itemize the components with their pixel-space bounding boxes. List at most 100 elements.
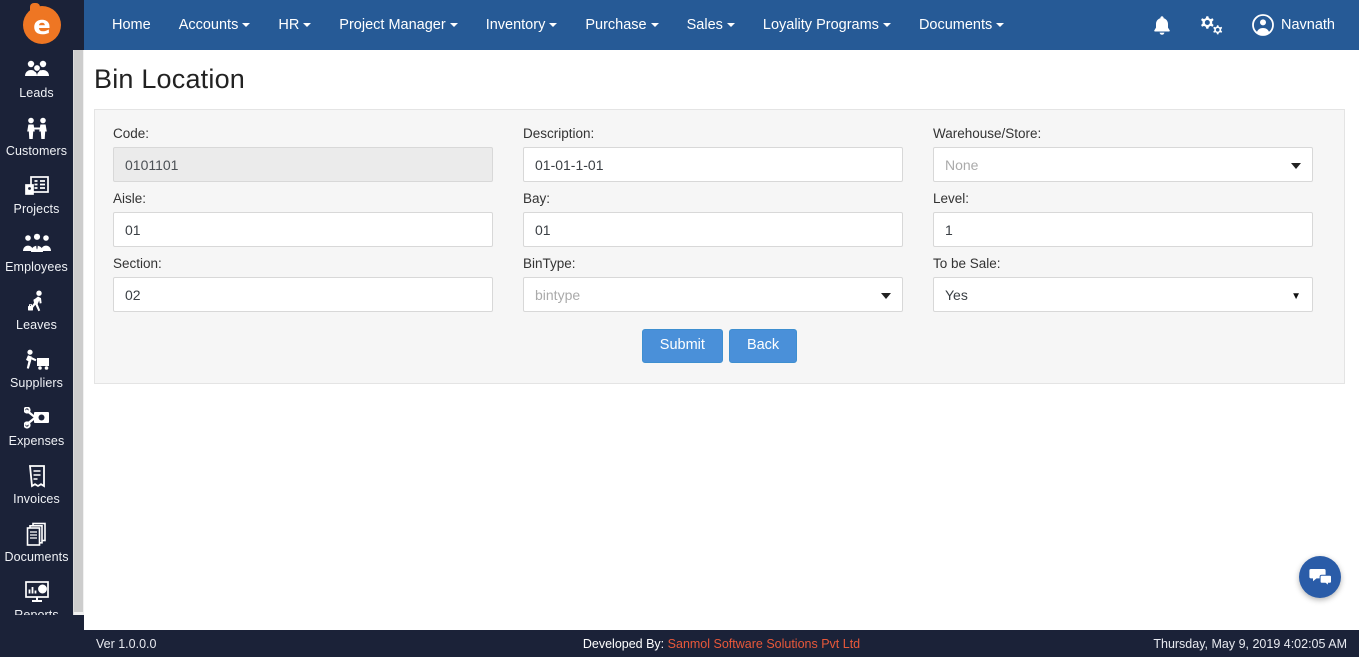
nav-item-label: Inventory — [485, 17, 546, 33]
nav-menu: Home Accounts HR Project Manager Invento… — [84, 0, 1018, 50]
chevron-down-icon — [242, 23, 251, 28]
customers-icon — [0, 114, 73, 142]
nav-item-loyality-programs[interactable]: Loyality Programs — [749, 0, 905, 50]
section-label: Section: — [113, 256, 162, 271]
chevron-down-icon — [303, 23, 312, 28]
sidebar-item-expenses[interactable]: Expenses — [0, 398, 73, 456]
user-avatar-icon — [1252, 14, 1274, 36]
sidebar-item-employees[interactable]: Employees — [0, 224, 73, 282]
nav-item-sales[interactable]: Sales — [673, 0, 749, 50]
footer-developer-link[interactable]: Sanmol Software Solutions Pvt Ltd — [668, 637, 860, 651]
level-label: Level: — [933, 191, 970, 206]
bin-location-form: Code: Description: Warehouse/Store: None — [94, 109, 1345, 384]
sidebar-footer-filler — [0, 630, 84, 657]
sidebar-item-label: Projects — [13, 202, 60, 216]
expenses-icon — [0, 404, 73, 432]
chevron-down-icon — [549, 23, 558, 28]
main-content: Bin Location Code: Description: Warehous… — [84, 50, 1359, 630]
submit-button[interactable]: Submit — [641, 329, 723, 363]
logo-icon: e — [23, 3, 61, 44]
chevron-down-icon — [881, 292, 891, 299]
code-label: Code: — [113, 126, 150, 141]
section-input[interactable] — [113, 277, 493, 312]
chevron-down-icon: ▼ — [1291, 290, 1301, 302]
description-input[interactable] — [523, 147, 903, 182]
form-row-2: Aisle: Bay: Level: — [113, 191, 1326, 247]
field-group-bay: Bay: — [523, 191, 903, 247]
invoices-icon — [0, 462, 73, 490]
bay-label: Bay: — [523, 191, 551, 206]
nav-actions: Navnath — [1138, 0, 1359, 50]
footer: Ver 1.0.0.0 Developed By: Sanmol Softwar… — [84, 630, 1359, 657]
sidebar-item-customers[interactable]: Customers — [0, 108, 73, 166]
sidebar-scrollbar-thumb[interactable] — [74, 50, 83, 612]
aisle-label: Aisle: — [113, 191, 147, 206]
bintype-label: BinType: — [523, 256, 576, 271]
user-name: Navnath — [1280, 17, 1335, 33]
back-button[interactable]: Back — [728, 329, 798, 363]
field-group-tobesale: To be Sale: Yes ▼ — [933, 256, 1313, 312]
settings-button[interactable] — [1186, 0, 1238, 50]
chat-bubbles-icon — [1309, 569, 1332, 587]
sidebar-item-label: Reports — [14, 608, 59, 615]
warehouse-select[interactable]: None — [933, 147, 1313, 182]
chevron-down-icon — [449, 23, 458, 28]
field-group-section: Section: — [113, 256, 493, 312]
reports-icon — [0, 578, 73, 606]
sidebar-item-leaves[interactable]: Leaves — [0, 282, 73, 340]
nav-item-label: Home — [112, 17, 151, 33]
app-logo[interactable]: e — [0, 0, 84, 50]
chevron-down-icon — [996, 23, 1005, 28]
form-row-1: Code: Description: Warehouse/Store: None — [113, 126, 1326, 182]
tobesale-select[interactable]: Yes ▼ — [933, 277, 1313, 312]
sidebar-item-list: Leads Customers Projects Employees Leave… — [0, 50, 73, 615]
nav-item-label: Documents — [918, 17, 993, 33]
sidebar-item-label: Expenses — [8, 434, 65, 448]
form-row-3: Section: BinType: bintype To be Sale: Ye… — [113, 256, 1326, 312]
sidebar-item-leads[interactable]: Leads — [0, 50, 73, 108]
leaves-icon — [0, 288, 73, 316]
level-input[interactable] — [933, 212, 1313, 247]
nav-item-label: Project Manager — [339, 17, 446, 33]
chat-button[interactable] — [1299, 556, 1341, 598]
nav-item-purchase[interactable]: Purchase — [571, 0, 672, 50]
field-group-aisle: Aisle: — [113, 191, 493, 247]
sidebar-item-label: Customers — [5, 144, 68, 158]
page-title: Bin Location — [94, 64, 246, 94]
field-group-code: Code: — [113, 126, 493, 182]
nav-item-inventory[interactable]: Inventory — [472, 0, 572, 50]
nav-item-accounts[interactable]: Accounts — [165, 0, 265, 50]
nav-item-label: Sales — [686, 17, 723, 33]
sidebar-item-reports[interactable]: Reports — [0, 572, 73, 615]
nav-item-label: Accounts — [178, 17, 239, 33]
leads-icon — [0, 56, 73, 84]
nav-item-hr[interactable]: HR — [264, 0, 325, 50]
nav-item-label: Loyality Programs — [762, 17, 879, 33]
bintype-select[interactable]: bintype — [523, 277, 903, 312]
sidebar-item-documents[interactable]: Documents — [0, 514, 73, 572]
sidebar-item-suppliers[interactable]: Suppliers — [0, 340, 73, 398]
aisle-input[interactable] — [113, 212, 493, 247]
nav-item-project-manager[interactable]: Project Manager — [325, 0, 471, 50]
code-input[interactable] — [113, 147, 493, 182]
notifications-button[interactable] — [1138, 0, 1186, 50]
user-menu-button[interactable]: Navnath — [1238, 0, 1343, 50]
bay-input[interactable] — [523, 212, 903, 247]
chevron-down-icon — [882, 23, 891, 28]
top-navbar: Home Accounts HR Project Manager Invento… — [84, 0, 1359, 50]
nav-item-documents[interactable]: Documents — [905, 0, 1018, 50]
app-root: e Leads Customers Projects Employees Lea… — [0, 0, 1359, 657]
sidebar-item-projects[interactable]: Projects — [0, 166, 73, 224]
tobesale-label: To be Sale: — [933, 256, 1001, 271]
bell-icon — [1154, 15, 1170, 35]
chevron-down-icon — [1291, 162, 1301, 169]
sidebar-item-label: Documents — [4, 550, 69, 564]
sidebar-scroll-area: Leads Customers Projects Employees Leave… — [0, 50, 84, 615]
sidebar-item-invoices[interactable]: Invoices — [0, 456, 73, 514]
employees-icon — [0, 230, 73, 258]
footer-credit: Developed By: Sanmol Software Solutions … — [84, 637, 1359, 651]
nav-item-home[interactable]: Home — [98, 0, 165, 50]
field-group-description: Description: — [523, 126, 903, 182]
warehouse-select-value: None — [945, 156, 979, 173]
field-group-bintype: BinType: bintype — [523, 256, 903, 312]
